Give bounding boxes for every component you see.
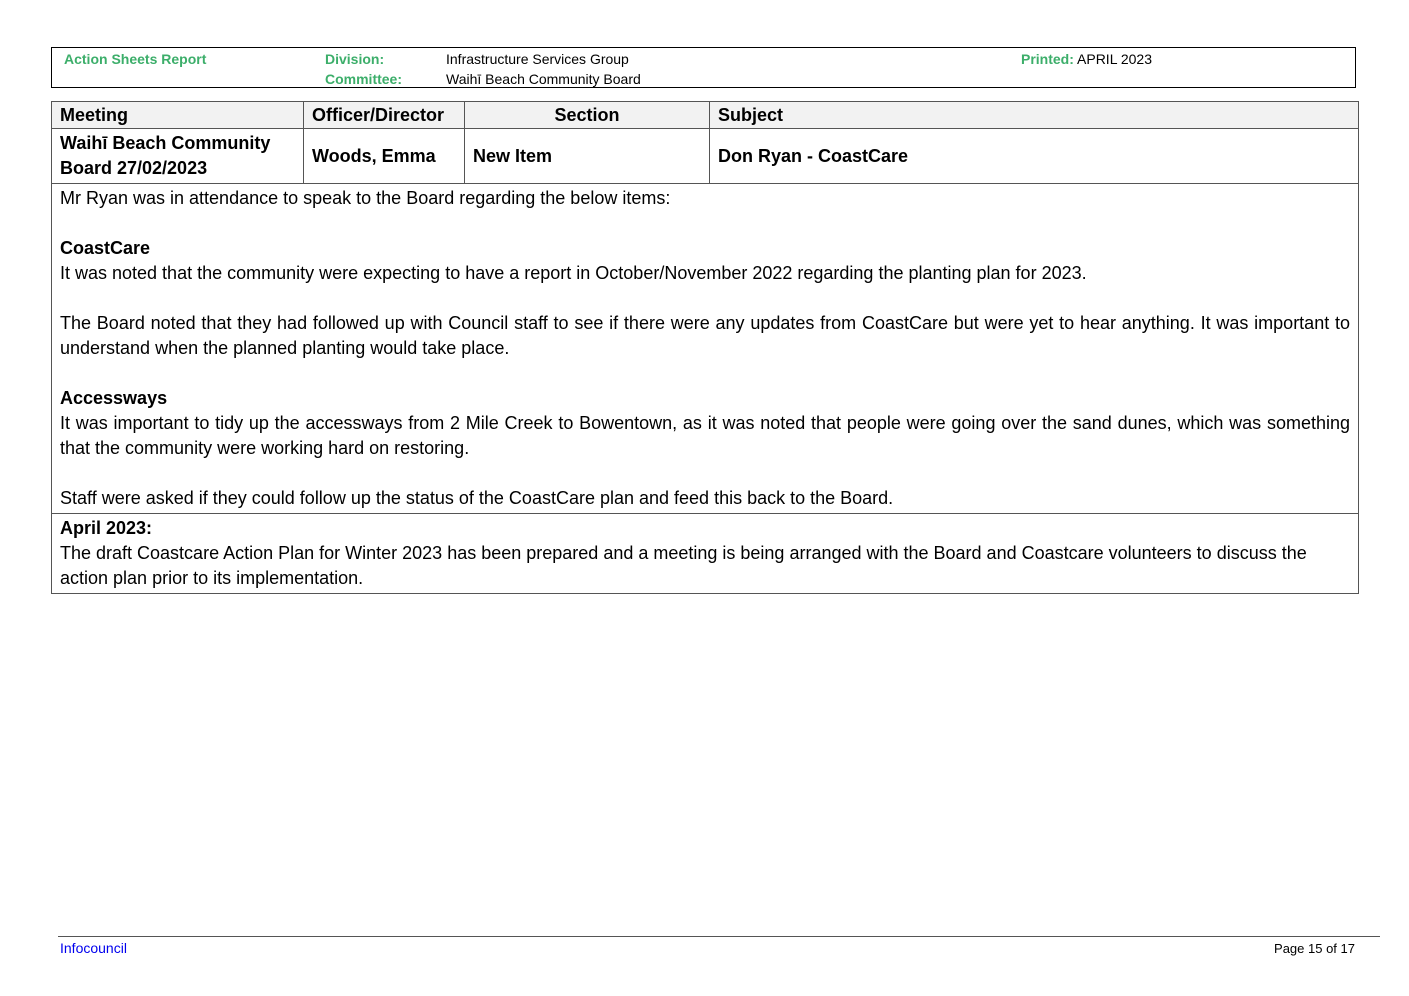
printed-info: Printed: APRIL 2023: [1021, 51, 1152, 67]
officer-cell: Woods, Emma: [303, 128, 465, 184]
committee-label: Committee:: [325, 71, 403, 87]
update-row: April 2023: The draft Coastcare Action P…: [51, 513, 1359, 594]
accessways-paragraph-2: Staff were asked if they could follow up…: [60, 488, 894, 508]
meeting-cell: Waihī Beach Community Board 27/02/2023: [51, 128, 304, 184]
update-heading: April 2023:: [60, 518, 153, 538]
coastcare-paragraph-1: It was noted that the community were exp…: [60, 263, 1087, 283]
page-number: Page 15 of 17: [1274, 941, 1355, 956]
update-text: The draft Coastcare Action Plan for Wint…: [60, 543, 1307, 588]
report-header: Action Sheets Report Division: Infrastru…: [51, 47, 1356, 88]
column-header-meeting: Meeting: [51, 101, 304, 129]
division-value: Infrastructure Services Group: [446, 51, 629, 67]
printed-value: APRIL 2023: [1077, 51, 1152, 67]
printed-label: Printed:: [1021, 51, 1074, 67]
footer-divider: [58, 936, 1380, 937]
table-row: Waihī Beach Community Board 27/02/2023 W…: [51, 128, 1359, 184]
notes-cell: Mr Ryan was in attendance to speak to th…: [51, 183, 1359, 514]
coastcare-paragraph-2: The Board noted that they had followed u…: [60, 313, 1350, 358]
action-sheet-table: Meeting Officer/Director Section Subject…: [51, 101, 1359, 594]
subject-cell: Don Ryan - CoastCare: [709, 128, 1359, 184]
coastcare-heading: CoastCare: [60, 238, 151, 258]
column-header-section: Section: [464, 101, 710, 129]
division-label: Division:: [325, 51, 385, 67]
column-header-officer: Officer/Director: [303, 101, 465, 129]
update-cell: April 2023: The draft Coastcare Action P…: [51, 513, 1359, 594]
report-title: Action Sheets Report: [64, 51, 207, 67]
notes-row: Mr Ryan was in attendance to speak to th…: [51, 183, 1359, 514]
intro-paragraph: Mr Ryan was in attendance to speak to th…: [60, 188, 671, 208]
column-header-subject: Subject: [709, 101, 1359, 129]
committee-value: Waihī Beach Community Board: [446, 71, 641, 87]
accessways-paragraph-1: It was important to tidy up the accesswa…: [60, 413, 1350, 458]
footer-brand: Infocouncil: [60, 940, 127, 956]
section-cell: New Item: [464, 128, 710, 184]
table-header-row: Meeting Officer/Director Section Subject: [51, 101, 1359, 129]
accessways-heading: Accessways: [60, 388, 168, 408]
